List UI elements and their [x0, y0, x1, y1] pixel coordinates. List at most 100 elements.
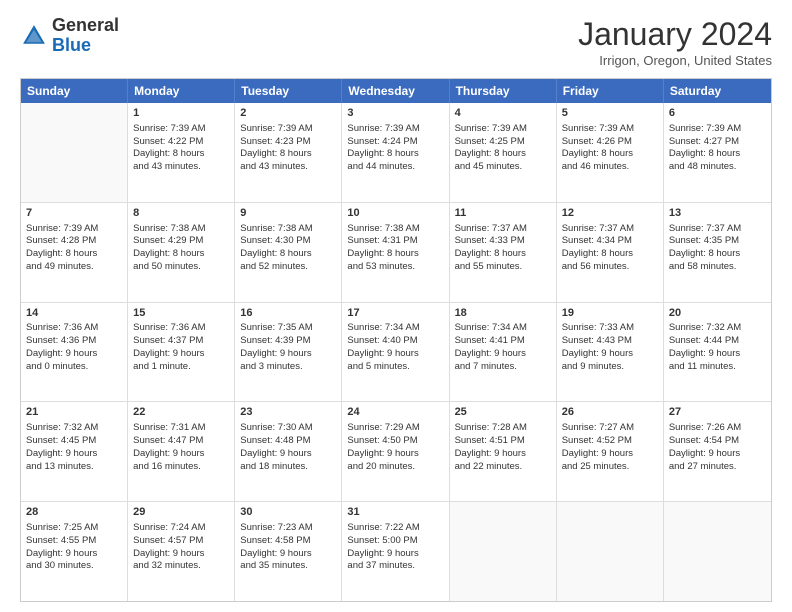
day-info-line: Daylight: 9 hours — [133, 548, 229, 561]
day-info-line: Daylight: 8 hours — [562, 148, 658, 161]
day-number: 6 — [669, 106, 766, 121]
day-cell-15: 15Sunrise: 7:36 AMSunset: 4:37 PMDayligh… — [128, 303, 235, 402]
day-cell-4: 4Sunrise: 7:39 AMSunset: 4:25 PMDaylight… — [450, 103, 557, 202]
day-info-line: Daylight: 9 hours — [240, 448, 336, 461]
day-info-line: Sunrise: 7:39 AM — [669, 123, 766, 136]
day-cell-25: 25Sunrise: 7:28 AMSunset: 4:51 PMDayligh… — [450, 402, 557, 501]
day-number: 17 — [347, 306, 443, 321]
day-of-week-wednesday: Wednesday — [342, 79, 449, 103]
day-info-line: Daylight: 9 hours — [26, 448, 122, 461]
day-info-line: and 44 minutes. — [347, 161, 443, 174]
day-number: 9 — [240, 206, 336, 221]
day-cell-20: 20Sunrise: 7:32 AMSunset: 4:44 PMDayligh… — [664, 303, 771, 402]
day-info-line: and 45 minutes. — [455, 161, 551, 174]
day-number: 1 — [133, 106, 229, 121]
logo-icon — [20, 22, 48, 50]
day-number: 19 — [562, 306, 658, 321]
day-info-line: Daylight: 8 hours — [455, 148, 551, 161]
day-info-line: and 46 minutes. — [562, 161, 658, 174]
day-info-line: Sunset: 4:40 PM — [347, 335, 443, 348]
day-info-line: Sunrise: 7:32 AM — [669, 322, 766, 335]
day-info-line: and 50 minutes. — [133, 261, 229, 274]
title-block: January 2024 Irrigon, Oregon, United Sta… — [578, 16, 772, 68]
month-title: January 2024 — [578, 16, 772, 53]
calendar-row-3: 14Sunrise: 7:36 AMSunset: 4:36 PMDayligh… — [21, 303, 771, 403]
day-number: 3 — [347, 106, 443, 121]
day-of-week-friday: Friday — [557, 79, 664, 103]
day-number: 14 — [26, 306, 122, 321]
day-info-line: Daylight: 9 hours — [455, 348, 551, 361]
day-number: 20 — [669, 306, 766, 321]
day-info-line: Sunset: 4:31 PM — [347, 235, 443, 248]
logo-general: General — [52, 15, 119, 35]
day-info-line: Daylight: 9 hours — [669, 348, 766, 361]
day-info-line: and 48 minutes. — [669, 161, 766, 174]
day-info-line: Sunset: 4:30 PM — [240, 235, 336, 248]
day-cell-28: 28Sunrise: 7:25 AMSunset: 4:55 PMDayligh… — [21, 502, 128, 601]
day-info-line: Sunset: 4:33 PM — [455, 235, 551, 248]
day-info-line: Daylight: 9 hours — [347, 348, 443, 361]
page: General Blue January 2024 Irrigon, Orego… — [0, 0, 792, 612]
day-cell-31: 31Sunrise: 7:22 AMSunset: 5:00 PMDayligh… — [342, 502, 449, 601]
day-cell-6: 6Sunrise: 7:39 AMSunset: 4:27 PMDaylight… — [664, 103, 771, 202]
day-info-line: and 35 minutes. — [240, 560, 336, 573]
day-cell-24: 24Sunrise: 7:29 AMSunset: 4:50 PMDayligh… — [342, 402, 449, 501]
day-info-line: Daylight: 8 hours — [669, 148, 766, 161]
day-info-line: Sunset: 4:34 PM — [562, 235, 658, 248]
day-info-line: Daylight: 9 hours — [133, 348, 229, 361]
day-cell-8: 8Sunrise: 7:38 AMSunset: 4:29 PMDaylight… — [128, 203, 235, 302]
day-cell-19: 19Sunrise: 7:33 AMSunset: 4:43 PMDayligh… — [557, 303, 664, 402]
day-cell-18: 18Sunrise: 7:34 AMSunset: 4:41 PMDayligh… — [450, 303, 557, 402]
day-number: 11 — [455, 206, 551, 221]
day-info-line: Sunrise: 7:39 AM — [562, 123, 658, 136]
day-info-line: Daylight: 8 hours — [240, 148, 336, 161]
day-info-line: Sunrise: 7:24 AM — [133, 522, 229, 535]
day-info-line: Sunrise: 7:35 AM — [240, 322, 336, 335]
day-info-line: Daylight: 9 hours — [562, 448, 658, 461]
empty-cell — [21, 103, 128, 202]
day-info-line: Sunset: 4:23 PM — [240, 136, 336, 149]
day-info-line: Sunrise: 7:27 AM — [562, 422, 658, 435]
empty-cell — [557, 502, 664, 601]
day-info-line: Daylight: 9 hours — [240, 348, 336, 361]
day-info-line: and 32 minutes. — [133, 560, 229, 573]
calendar-row-4: 21Sunrise: 7:32 AMSunset: 4:45 PMDayligh… — [21, 402, 771, 502]
day-info-line: Sunset: 4:45 PM — [26, 435, 122, 448]
day-number: 13 — [669, 206, 766, 221]
day-info-line: and 1 minute. — [133, 361, 229, 374]
day-info-line: Sunset: 4:25 PM — [455, 136, 551, 149]
day-info-line: Daylight: 9 hours — [26, 348, 122, 361]
calendar-body: 1Sunrise: 7:39 AMSunset: 4:22 PMDaylight… — [21, 103, 771, 601]
day-info-line: and 11 minutes. — [669, 361, 766, 374]
day-info-line: and 53 minutes. — [347, 261, 443, 274]
day-number: 12 — [562, 206, 658, 221]
day-of-week-sunday: Sunday — [21, 79, 128, 103]
day-info-line: Sunrise: 7:39 AM — [133, 123, 229, 136]
day-info-line: Daylight: 9 hours — [455, 448, 551, 461]
day-of-week-saturday: Saturday — [664, 79, 771, 103]
day-number: 27 — [669, 405, 766, 420]
day-info-line: Sunset: 4:52 PM — [562, 435, 658, 448]
day-info-line: Daylight: 8 hours — [669, 248, 766, 261]
day-info-line: Sunset: 4:44 PM — [669, 335, 766, 348]
day-info-line: and 5 minutes. — [347, 361, 443, 374]
day-info-line: Daylight: 8 hours — [562, 248, 658, 261]
day-cell-13: 13Sunrise: 7:37 AMSunset: 4:35 PMDayligh… — [664, 203, 771, 302]
empty-cell — [450, 502, 557, 601]
day-cell-11: 11Sunrise: 7:37 AMSunset: 4:33 PMDayligh… — [450, 203, 557, 302]
day-info-line: and 52 minutes. — [240, 261, 336, 274]
day-number: 26 — [562, 405, 658, 420]
calendar-row-5: 28Sunrise: 7:25 AMSunset: 4:55 PMDayligh… — [21, 502, 771, 601]
day-info-line: Sunrise: 7:25 AM — [26, 522, 122, 535]
calendar-row-1: 1Sunrise: 7:39 AMSunset: 4:22 PMDaylight… — [21, 103, 771, 203]
logo: General Blue — [20, 16, 119, 56]
day-number: 29 — [133, 505, 229, 520]
logo-text: General Blue — [52, 16, 119, 56]
day-info-line: and 43 minutes. — [240, 161, 336, 174]
day-info-line: Sunset: 4:37 PM — [133, 335, 229, 348]
day-info-line: Sunrise: 7:22 AM — [347, 522, 443, 535]
day-info-line: Sunrise: 7:39 AM — [26, 223, 122, 236]
day-number: 8 — [133, 206, 229, 221]
day-number: 4 — [455, 106, 551, 121]
day-cell-16: 16Sunrise: 7:35 AMSunset: 4:39 PMDayligh… — [235, 303, 342, 402]
